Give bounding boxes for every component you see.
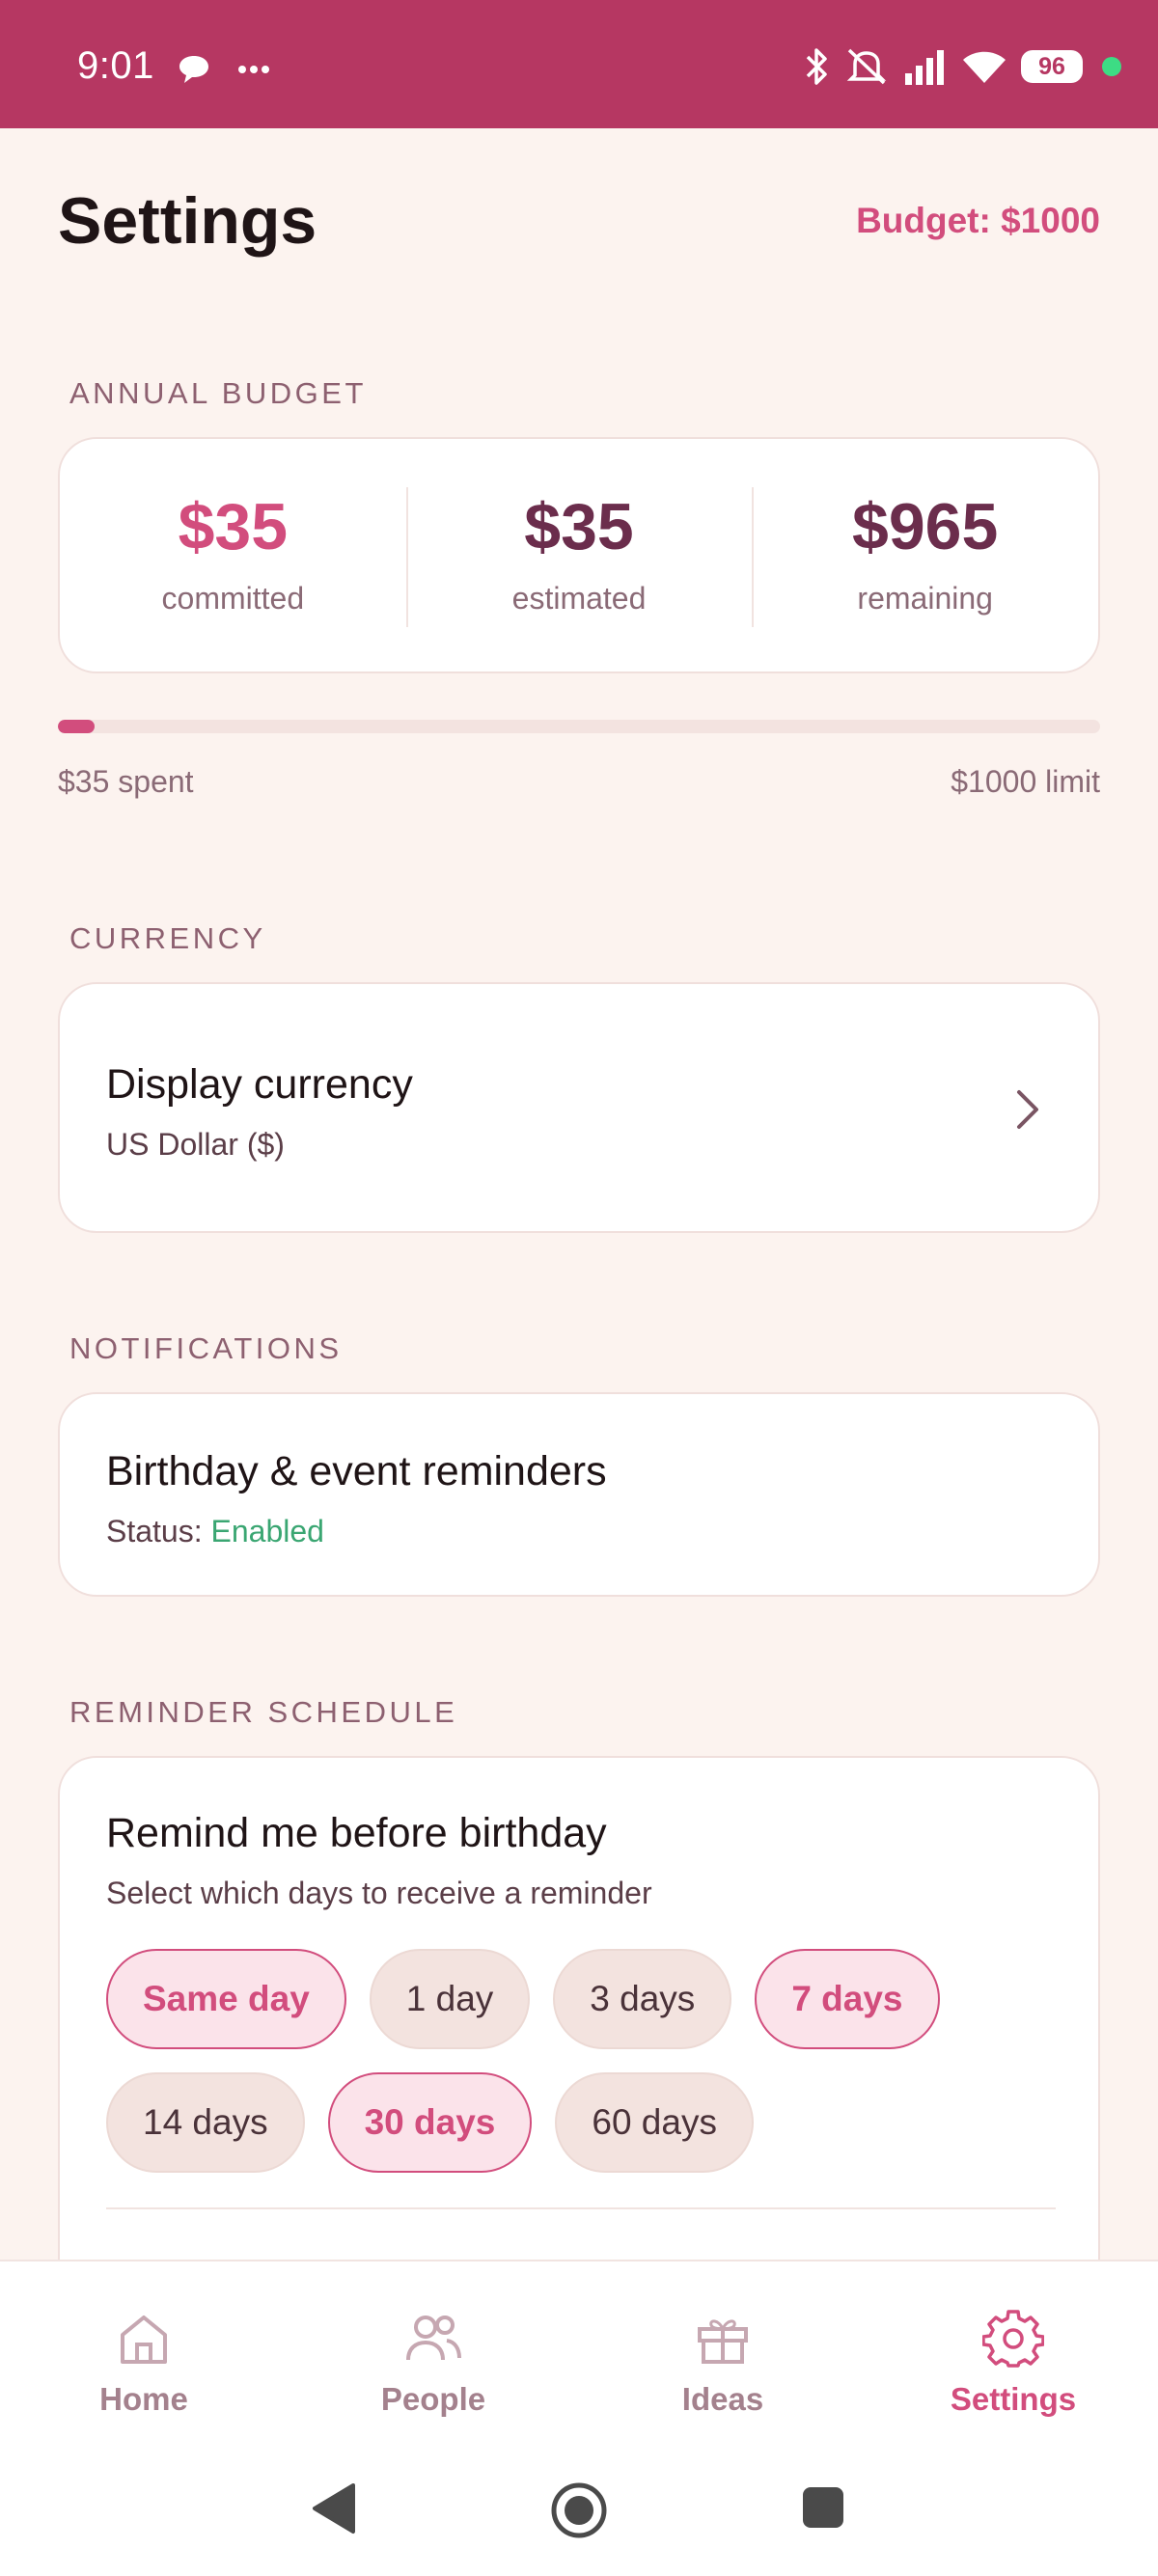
nav-label: Ideas bbox=[681, 2381, 764, 2417]
nav-people[interactable]: People bbox=[337, 2308, 530, 2418]
stat-value: $965 bbox=[852, 490, 999, 563]
stat-remaining: $965 remaining bbox=[752, 439, 1098, 671]
home-icon bbox=[121, 2316, 167, 2364]
wifi-icon bbox=[963, 51, 1006, 83]
gear-icon bbox=[982, 2310, 1044, 2368]
stat-label: estimated bbox=[511, 581, 647, 616]
reminder-title: Remind me before birthday bbox=[106, 1810, 607, 1856]
signal-icon bbox=[905, 50, 944, 85]
status-time: 9:01 bbox=[77, 44, 154, 87]
nav-label: Home bbox=[99, 2381, 188, 2417]
limit-label: $1000 limit bbox=[951, 764, 1100, 799]
budget-progress-fill bbox=[58, 720, 95, 733]
chip-same-day[interactable]: Same day bbox=[106, 1949, 346, 2049]
nav-label: Settings bbox=[950, 2381, 1077, 2417]
page-title: Settings bbox=[58, 184, 317, 258]
status-prefix: Status: bbox=[106, 1514, 211, 1548]
stat-value: $35 bbox=[524, 490, 634, 563]
privacy-indicator bbox=[1102, 57, 1121, 76]
chip-30-days[interactable]: 30 days bbox=[327, 2072, 533, 2173]
stat-estimated: $35 estimated bbox=[405, 439, 753, 671]
chat-bubble-icon bbox=[179, 56, 208, 83]
budget-summary-card: $35 committed $35 estimated $965 remaini… bbox=[58, 437, 1100, 673]
people-icon bbox=[406, 2316, 461, 2361]
reminder-options: Same day 1 day 3 days 7 days 14 days 30 … bbox=[106, 1949, 1071, 2173]
bottom-nav: Home People Ideas Settings bbox=[0, 2260, 1158, 2576]
chip-60-days[interactable]: 60 days bbox=[555, 2072, 754, 2173]
reminders-title: Birthday & event reminders bbox=[106, 1448, 607, 1494]
bluetooth-icon bbox=[806, 48, 827, 85]
back-icon[interactable] bbox=[311, 2481, 357, 2535]
spent-label: $35 spent bbox=[58, 764, 194, 799]
stat-value: $35 bbox=[178, 490, 289, 563]
reminder-subtitle: Select which days to receive a reminder bbox=[106, 1876, 652, 1910]
nav-settings[interactable]: Settings bbox=[917, 2308, 1110, 2418]
status-value: Enabled bbox=[210, 1514, 324, 1548]
section-label-reminder-schedule: REMINDER SCHEDULE bbox=[69, 1695, 458, 1729]
status-bar: 9:01 96 bbox=[0, 0, 1158, 128]
mute-icon bbox=[846, 48, 887, 85]
stat-label: remaining bbox=[857, 581, 993, 616]
chip-1-day[interactable]: 1 day bbox=[369, 1949, 531, 2049]
section-label-currency: CURRENCY bbox=[69, 921, 266, 955]
stat-committed: $35 committed bbox=[60, 439, 406, 671]
chevron-right-icon bbox=[1017, 1090, 1038, 1129]
recents-icon[interactable] bbox=[801, 2485, 845, 2530]
divider bbox=[106, 2207, 1056, 2209]
nav-ideas[interactable]: Ideas bbox=[626, 2308, 819, 2418]
display-currency-title: Display currency bbox=[106, 1061, 413, 1108]
section-label-annual-budget: ANNUAL BUDGET bbox=[69, 376, 367, 410]
section-label-notifications: NOTIFICATIONS bbox=[69, 1331, 343, 1365]
budget-progress-bar bbox=[58, 720, 1100, 733]
nav-label: People bbox=[380, 2381, 486, 2417]
battery-icon: 96 bbox=[1021, 50, 1083, 83]
stat-label: committed bbox=[161, 581, 305, 616]
nav-home[interactable]: Home bbox=[47, 2308, 240, 2418]
chip-7-days[interactable]: 7 days bbox=[755, 1949, 940, 2049]
more-dots-icon bbox=[238, 66, 269, 73]
home-button-icon[interactable] bbox=[550, 2481, 608, 2539]
budget-header: Budget: $1000 bbox=[856, 201, 1100, 240]
birthday-reminders-row[interactable]: Birthday & event reminders Status: Enabl… bbox=[58, 1392, 1100, 1597]
reminders-status: Status: Enabled bbox=[106, 1514, 324, 1549]
chip-14-days[interactable]: 14 days bbox=[106, 2072, 305, 2173]
reminder-schedule-card: Remind me before birthday Select which d… bbox=[58, 1756, 1100, 2296]
display-currency-value: US Dollar ($) bbox=[106, 1127, 285, 1162]
gift-icon bbox=[698, 2319, 748, 2364]
chip-3-days[interactable]: 3 days bbox=[553, 1949, 732, 2049]
display-currency-row[interactable]: Display currency US Dollar ($) bbox=[58, 982, 1100, 1233]
